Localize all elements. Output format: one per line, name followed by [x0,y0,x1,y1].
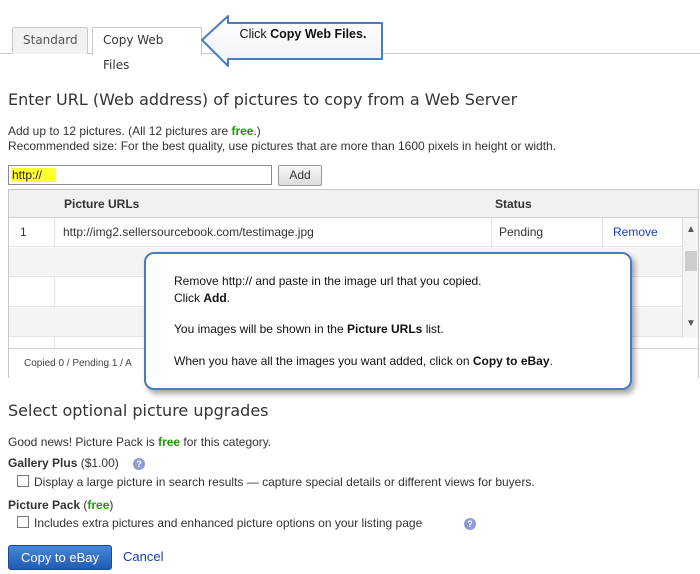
cancel-link[interactable]: Cancel [123,549,163,564]
picture-pack-description: Includes extra pictures and enhanced pic… [34,516,423,530]
table-row: 1 http://img2.sellersourcebook.com/testi… [9,218,683,247]
status-cell: Pending [499,225,544,239]
callout-line: Click Add. [174,291,231,305]
instruction-callout-arrow: Click Copy Web Files. [198,12,388,72]
section-heading-upgrades: Select optional picture upgrades [8,401,269,420]
section-heading-url: Enter URL (Web address) of pictures to c… [8,90,518,109]
column-header-status: Status [495,197,532,211]
tab-standard[interactable]: Standard [12,27,88,54]
limit-text: Add up to 12 pictures. (All 12 pictures … [8,124,261,138]
url-input-value: http:// [11,168,57,182]
add-button[interactable]: Add [278,165,322,186]
copy-progress-text: Copied 0 / Pending 1 / A [24,358,132,369]
scroll-up-icon[interactable]: ▲ [685,224,697,236]
gallery-plus-checkbox[interactable] [17,475,29,487]
callout-line: Remove http:// and paste in the image ur… [174,274,482,288]
good-news-text: Good news! Picture Pack is free for this… [8,435,272,449]
picture-url-cell: http://img2.sellersourcebook.com/testima… [63,225,314,239]
callout-line: You images will be shown in the Picture … [174,322,444,336]
help-icon[interactable]: ? [133,458,145,470]
remove-link[interactable]: Remove [613,225,658,239]
scroll-down-icon[interactable]: ▼ [685,318,697,330]
help-icon[interactable]: ? [464,518,476,530]
scroll-thumb[interactable] [685,251,697,271]
column-header-picture-urls: Picture URLs [64,197,140,211]
url-input[interactable]: http:// [8,165,272,185]
copy-to-ebay-button[interactable]: Copy to eBay [8,545,112,570]
grid-header: Picture URLs Status [9,190,698,218]
picture-pack-checkbox[interactable] [17,516,29,528]
recommended-size-text: Recommended size: For the best quality, … [8,139,557,153]
picture-pack-title: Picture Pack (free) [8,498,114,512]
gallery-plus-title: Gallery Plus ($1.00) [8,456,119,470]
callout-line: When you have all the images you want ad… [174,354,553,368]
callout-text: Click Copy Web Files. [239,27,367,41]
tab-copy-web-files[interactable]: Copy Web Files [92,27,202,72]
instruction-callout-box: Remove http:// and paste in the image ur… [144,252,632,390]
grid-scrollbar[interactable]: ▲ ▼ [682,218,698,338]
row-number: 1 [20,225,27,239]
gallery-plus-description: Display a large picture in search result… [34,475,535,489]
